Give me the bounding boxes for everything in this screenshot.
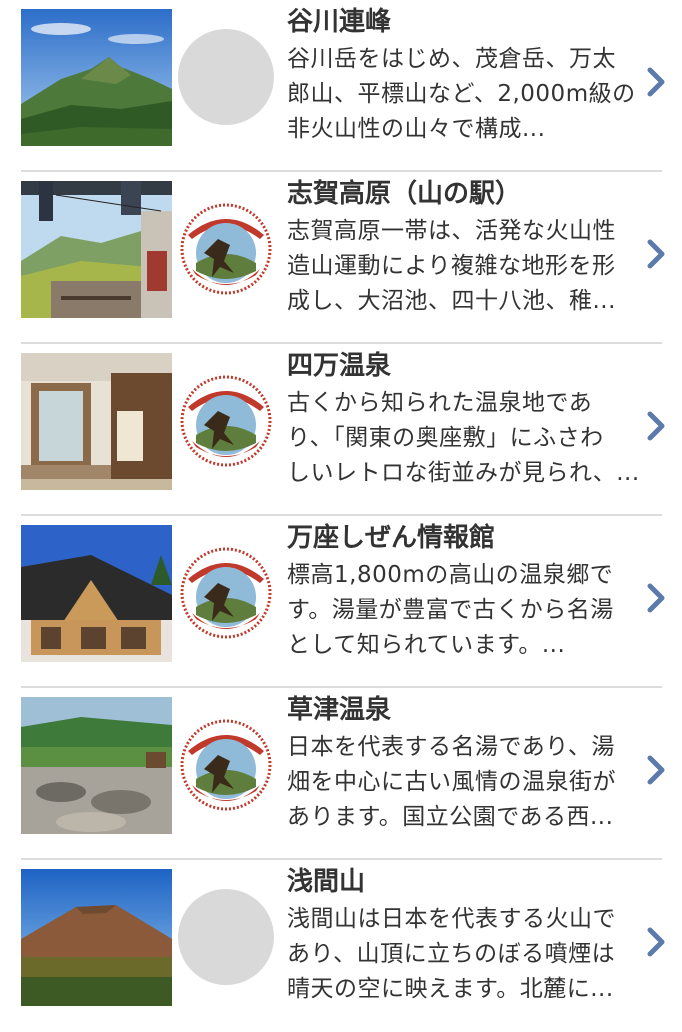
badge-placeholder bbox=[178, 29, 274, 125]
badge-placeholder bbox=[178, 889, 274, 985]
eagle-badge-icon bbox=[180, 375, 272, 467]
spot-title: 浅間山 bbox=[287, 867, 366, 897]
spot-description: 古くから知られた温泉地であ り、「関東の奥座敷」にふさわ しいレトロな街並みが見… bbox=[287, 390, 640, 486]
spot-thumbnail-kusatsu bbox=[21, 697, 172, 834]
spot-description: 日本を代表する名湯であり、湯 畑を中心に古い風情の温泉街が あります。国立公園で… bbox=[287, 734, 616, 830]
chevron-right-icon[interactable] bbox=[642, 62, 670, 102]
list-item[interactable]: 志賀高原（山の駅） 志賀高原一帯は、活発な火山性 造山運動により複雑な地形を形 … bbox=[0, 172, 682, 344]
spot-description: 志賀高原一帯は、活発な火山性 造山運動により複雑な地形を形 成し、大沼池、四十八… bbox=[287, 218, 616, 314]
eagle-badge-icon bbox=[180, 719, 272, 811]
list-item[interactable]: 草津温泉 日本を代表する名湯であり、湯 畑を中心に古い風情の温泉街が あります。… bbox=[0, 688, 682, 860]
chevron-right-icon[interactable] bbox=[642, 234, 670, 274]
eagle-badge-icon bbox=[180, 547, 272, 639]
list-item[interactable]: 谷川連峰 谷川岳をはじめ、茂倉岳、万太 郎山、平標山など、2,000m級の 非火… bbox=[0, 0, 682, 172]
chevron-right-icon[interactable] bbox=[642, 406, 670, 446]
spot-title: 四万温泉 bbox=[287, 351, 392, 381]
chevron-right-icon[interactable] bbox=[642, 922, 670, 962]
spot-title: 谷川連峰 bbox=[287, 7, 392, 37]
chevron-right-icon[interactable] bbox=[642, 750, 670, 790]
spot-thumbnail-manza-info bbox=[21, 525, 172, 662]
spot-title: 万座しぜん情報館 bbox=[287, 523, 496, 553]
spot-thumbnail-shima-onsen bbox=[21, 353, 172, 490]
spot-thumbnail-shiga-kogen bbox=[21, 181, 172, 318]
list-item[interactable]: 万座しぜん情報館 標高1,800mの高山の温泉郷で す。湯量が豊富で古くから名湯… bbox=[0, 516, 682, 688]
spot-description: 標高1,800mの高山の温泉郷で す。湯量が豊富で古くから名湯 として知られてい… bbox=[287, 562, 614, 658]
spot-list: 谷川連峰 谷川岳をはじめ、茂倉岳、万太 郎山、平標山など、2,000m級の 非火… bbox=[0, 0, 682, 1032]
spot-title: 草津温泉 bbox=[287, 695, 392, 725]
eagle-badge-icon bbox=[180, 203, 272, 295]
spot-thumbnail-asamayama bbox=[21, 869, 172, 1006]
list-item[interactable]: 四万温泉 古くから知られた温泉地であ り、「関東の奥座敷」にふさわ しいレトロな… bbox=[0, 344, 682, 516]
spot-thumbnail-tanigawa bbox=[21, 9, 172, 146]
chevron-right-icon[interactable] bbox=[642, 578, 670, 618]
list-item[interactable]: 浅間山 浅間山は日本を代表する火山で あり、山頂に立ちのぼる噴煙は 晴天の空に映… bbox=[0, 860, 682, 1032]
spot-description: 谷川岳をはじめ、茂倉岳、万太 郎山、平標山など、2,000m級の 非火山性の山々… bbox=[287, 46, 636, 142]
spot-title: 志賀高原（山の駅） bbox=[287, 179, 522, 209]
spot-description: 浅間山は日本を代表する火山で あり、山頂に立ちのぼる噴煙は 晴天の空に映えます。… bbox=[287, 906, 616, 1002]
